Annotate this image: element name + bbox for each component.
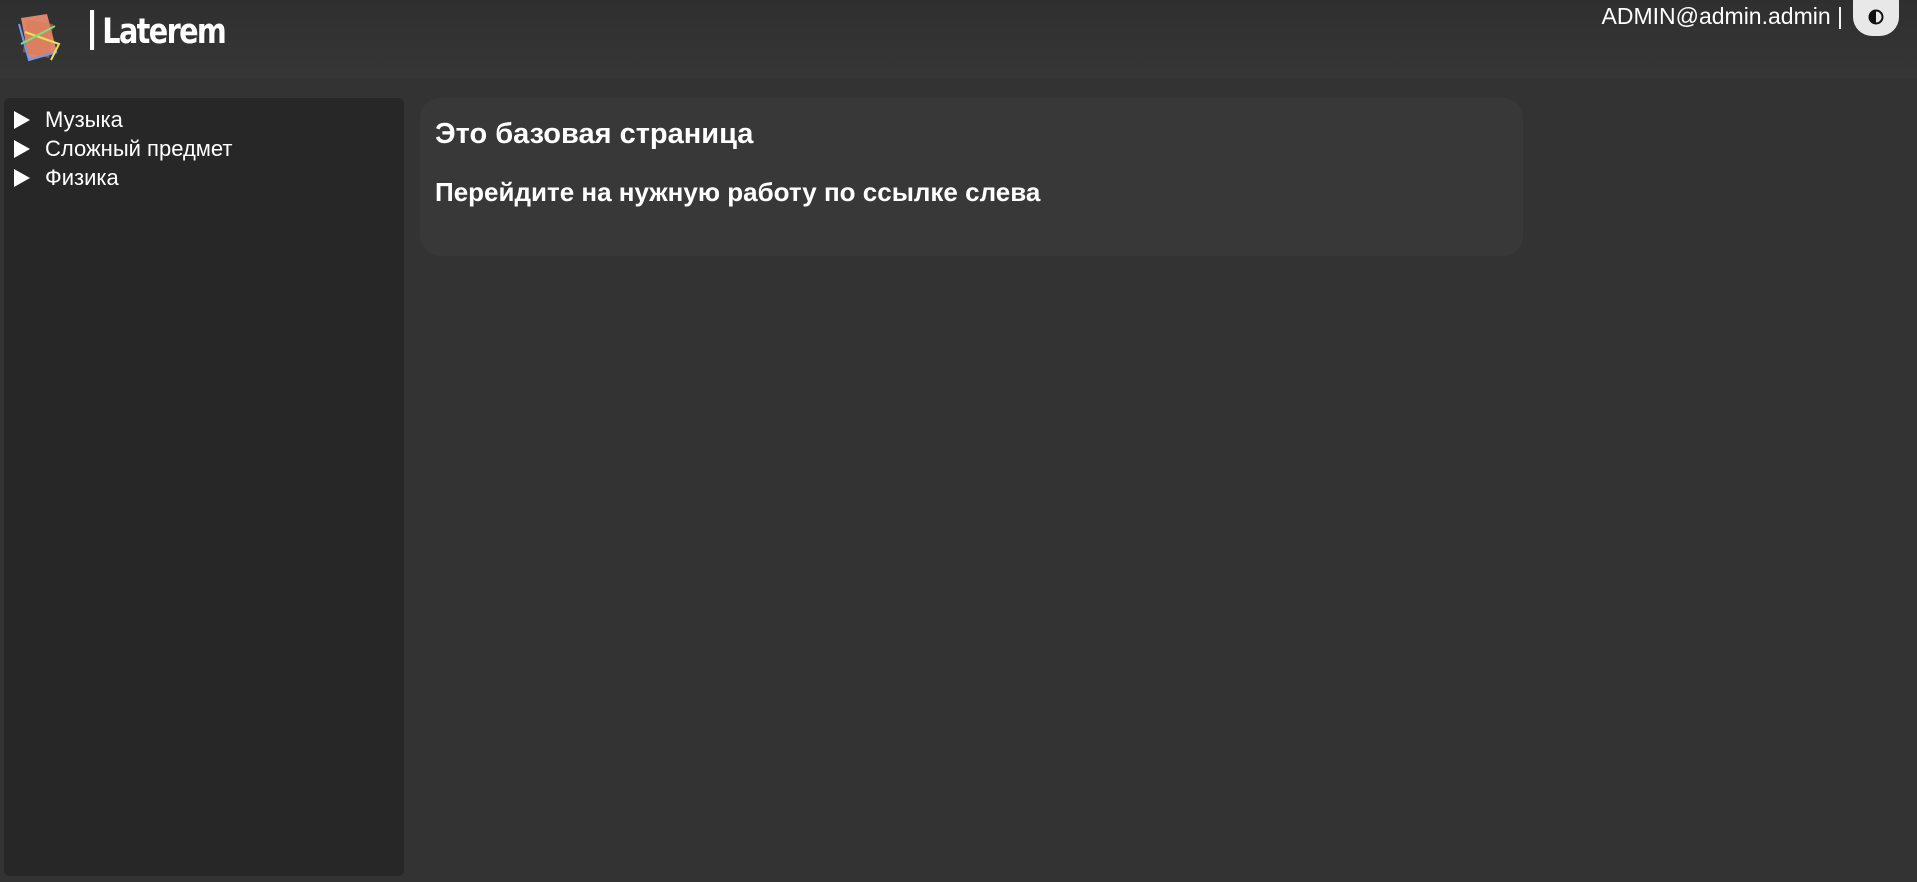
sidebar-item-physics[interactable]: Физика bbox=[4, 163, 404, 192]
theme-toggle-button[interactable] bbox=[1853, 0, 1899, 36]
brand-name: Laterem bbox=[102, 12, 227, 52]
content-card: Это базовая страница Перейдите на нужную… bbox=[420, 98, 1523, 256]
triangle-right-icon bbox=[14, 168, 30, 187]
brand-title[interactable]: Laterem bbox=[90, 10, 227, 52]
brand-divider bbox=[90, 10, 95, 50]
sidebar-item-label: Сложный предмет bbox=[45, 135, 233, 161]
user-account-label[interactable]: ADMIN@admin.admin | bbox=[1602, 0, 1844, 32]
laterem-logo-icon[interactable] bbox=[17, 14, 63, 62]
user-area: ADMIN@admin.admin | bbox=[1602, 0, 1899, 38]
sidebar: Музыка Сложный предмет Физика bbox=[4, 98, 404, 876]
sidebar-item-label: Физика bbox=[45, 164, 119, 190]
page-subtitle: Перейдите на нужную работу по ссылке сле… bbox=[435, 177, 1041, 207]
top-header: Laterem ADMIN@admin.admin | bbox=[0, 0, 1917, 78]
sidebar-item-music[interactable]: Музыка bbox=[4, 105, 404, 134]
half-circle-contrast-icon bbox=[1868, 9, 1884, 25]
triangle-right-icon bbox=[14, 110, 30, 129]
triangle-right-icon bbox=[14, 139, 30, 158]
sidebar-item-label: Музыка bbox=[45, 106, 123, 132]
page-title: Это базовая страница bbox=[435, 118, 754, 150]
sidebar-item-complex-subject[interactable]: Сложный предмет bbox=[4, 134, 404, 163]
